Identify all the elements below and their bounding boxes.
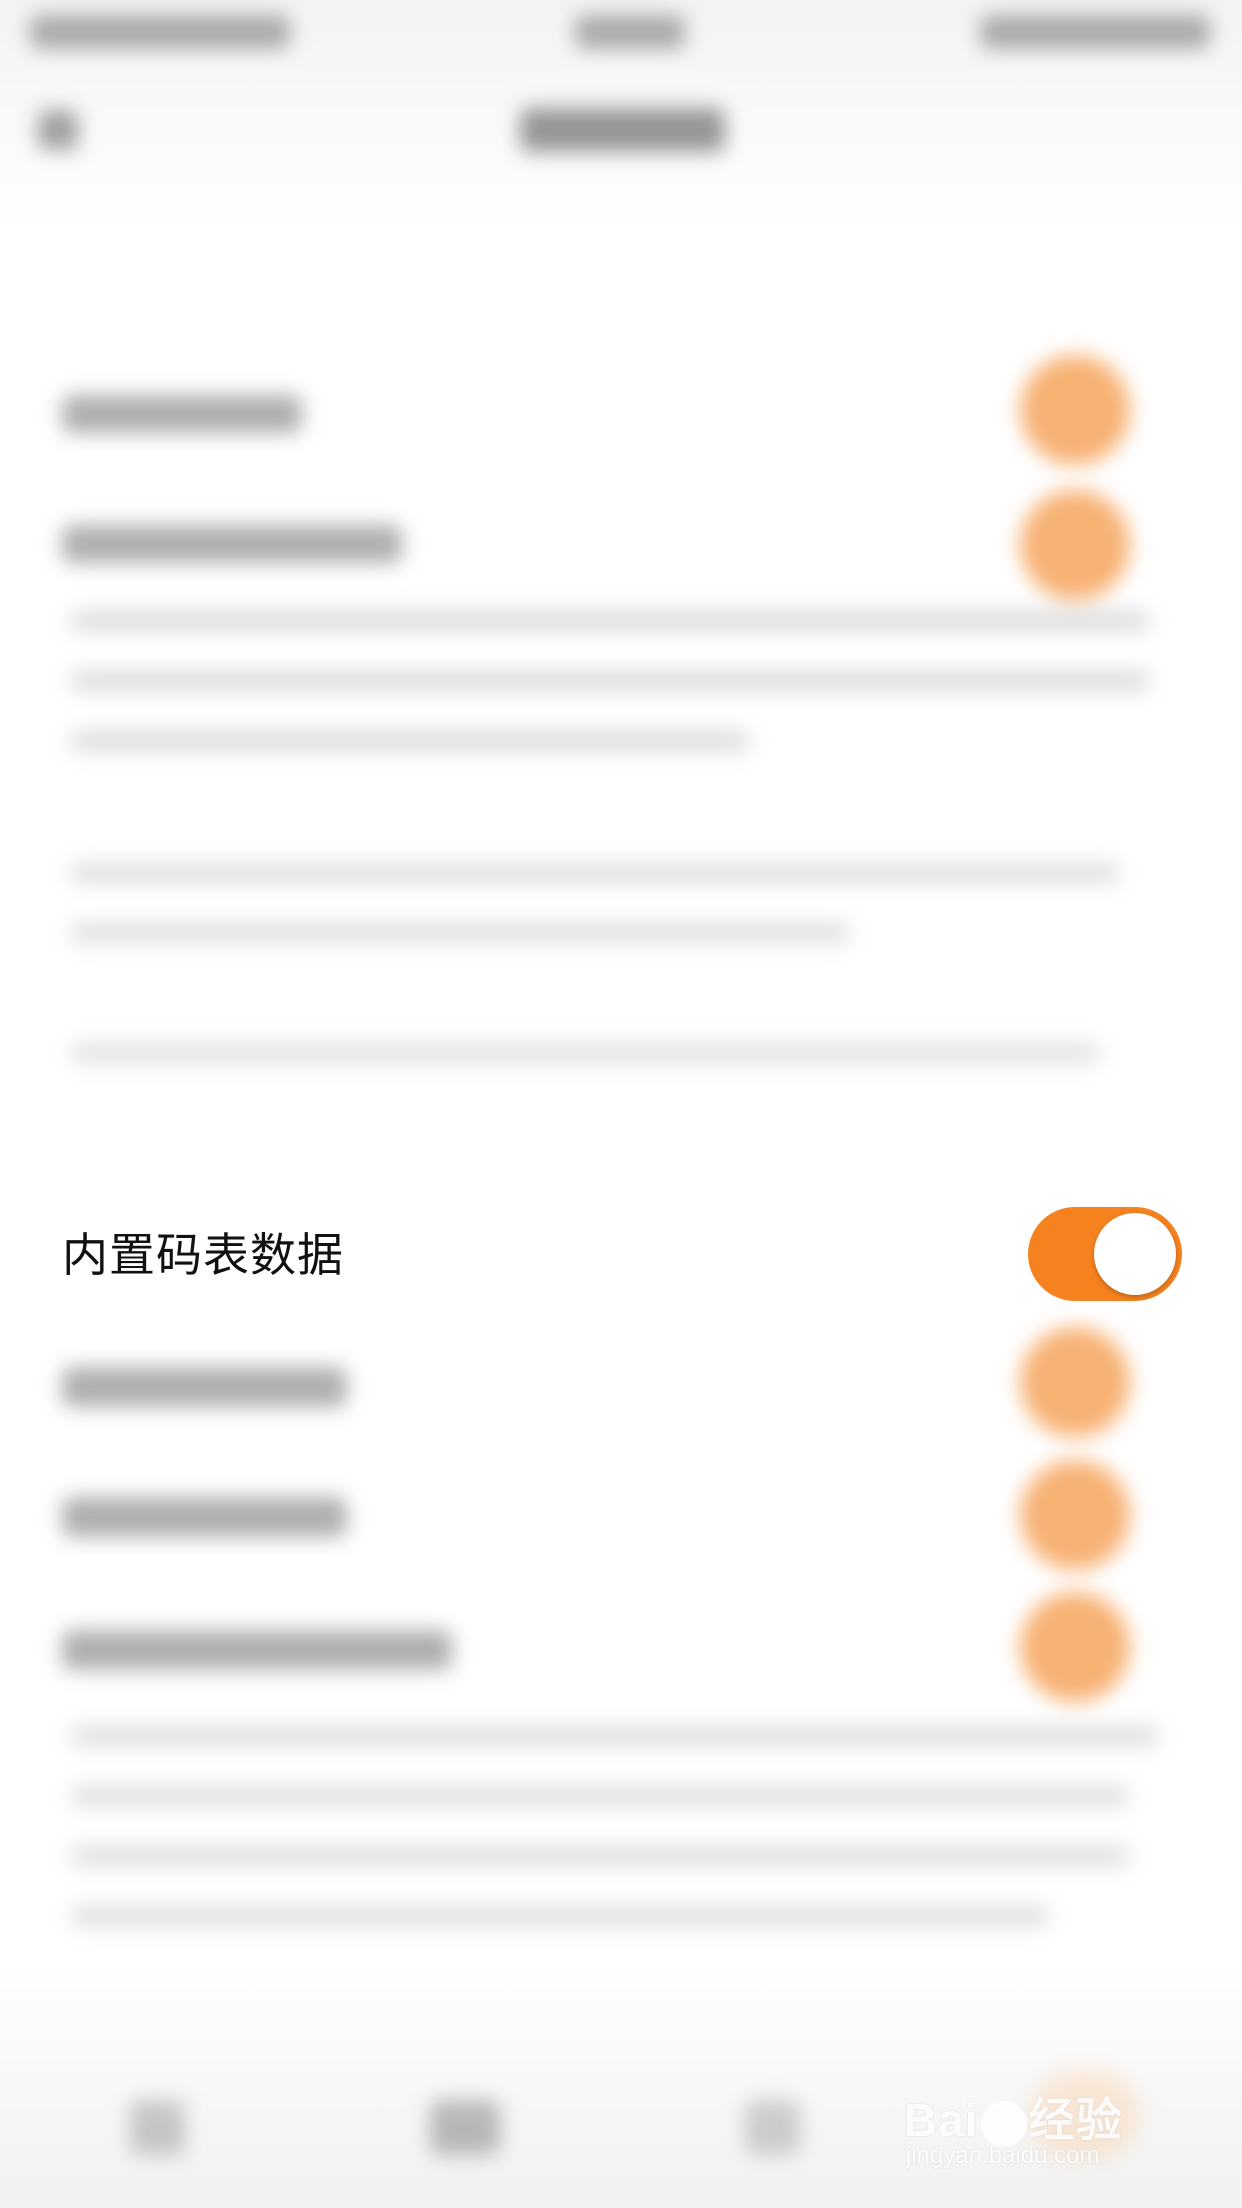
- blurred-desc-4: [70, 862, 1120, 884]
- blurred-status-right: [980, 15, 1210, 49]
- blurred-row-4: [62, 1497, 347, 1537]
- watermark-brand: Bai 经验: [904, 2084, 1123, 2150]
- blurred-desc-9: [70, 1845, 1130, 1867]
- blurred-background: [0, 0, 1242, 2208]
- tab-icon-3[interactable]: [745, 2100, 800, 2155]
- blurred-toggle-2[interactable]: [1020, 490, 1130, 600]
- watermark-brand-right: 经验: [1028, 2094, 1123, 2146]
- blurred-status-time: [575, 15, 685, 49]
- blurred-desc-7: [70, 1725, 1160, 1747]
- settings-screen: 内置码表数据 Bai 经验 jingyan.baidu.com: [0, 0, 1242, 2208]
- tab-icon-2[interactable]: [430, 2100, 500, 2155]
- back-icon[interactable]: [38, 110, 78, 150]
- blurred-row-3: [62, 1367, 347, 1407]
- blurred-desc-3: [70, 730, 750, 752]
- paw-icon: [980, 2100, 1027, 2147]
- blurred-row-1: [62, 395, 302, 433]
- tab-icon-1[interactable]: [130, 2100, 185, 2155]
- setting-label: 内置码表数据: [62, 1228, 344, 1282]
- blurred-desc-10: [70, 1905, 1050, 1927]
- blurred-status-left: [30, 15, 290, 49]
- watermark-brand-left: Bai: [904, 2094, 979, 2146]
- blurred-row-5: [62, 1630, 452, 1670]
- builtin-code-table-toggle[interactable]: [1028, 1207, 1182, 1301]
- watermark-url: jingyan.baidu.com: [906, 2142, 1100, 2169]
- blurred-desc-8: [70, 1785, 1130, 1807]
- toggle-knob: [1094, 1213, 1176, 1295]
- blurred-desc-5: [70, 922, 850, 944]
- blurred-desc-1: [70, 610, 1150, 632]
- blurred-desc-2: [70, 670, 1150, 692]
- blurred-toggle-5[interactable]: [1020, 1592, 1130, 1702]
- blurred-toggle-3[interactable]: [1020, 1327, 1130, 1437]
- blurred-toggle-4[interactable]: [1020, 1460, 1130, 1570]
- baidu-jingyan-watermark: Bai 经验 jingyan.baidu.com: [904, 2084, 1174, 2184]
- blurred-row-2: [62, 525, 402, 563]
- blurred-desc-6: [70, 1042, 1100, 1064]
- blurred-nav-title: [520, 108, 725, 152]
- setting-row-builtin-code-table: 内置码表数据: [0, 1195, 1242, 1315]
- blurred-toggle-1[interactable]: [1020, 355, 1130, 465]
